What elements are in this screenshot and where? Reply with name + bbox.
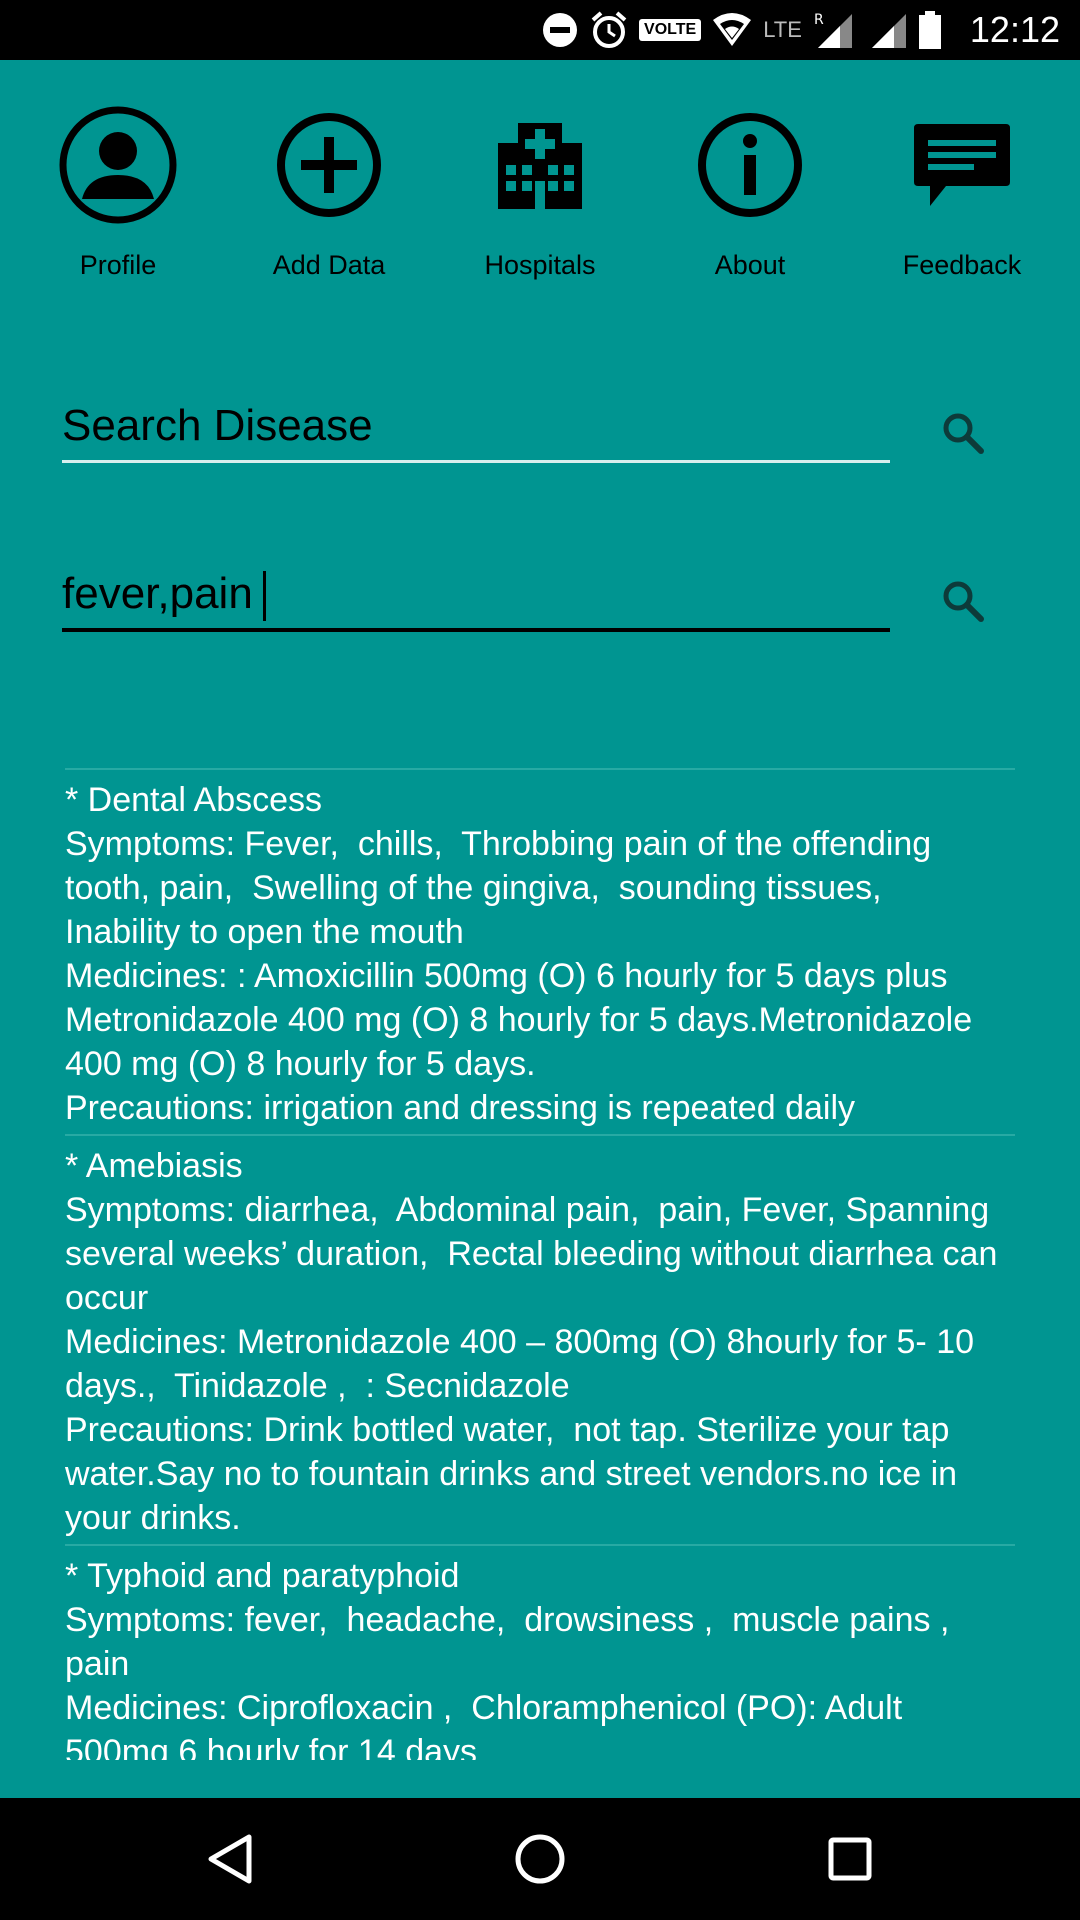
profile-icon [18, 100, 218, 230]
result-entry-dental-abscess[interactable]: * Dental Abscess Symptoms: Fever, chills… [65, 770, 1015, 1134]
feedback-icon [862, 100, 1062, 230]
back-icon [208, 1834, 252, 1884]
result-medicines: Medicines: Metronidazole 400 – 800mg (O)… [65, 1323, 984, 1405]
result-medicines: Medicines: : Amoxicillin 500mg (O) 6 hou… [65, 957, 982, 1083]
symptoms-search-underline [62, 628, 890, 632]
recents-icon [828, 1837, 872, 1881]
symptoms-search-input[interactable]: fever,pain [62, 564, 890, 632]
search-disease-placeholder: Search Disease [62, 401, 373, 450]
back-button[interactable] [200, 1829, 260, 1889]
search-icon [943, 581, 984, 622]
svg-text:R: R [814, 12, 824, 28]
hospital-icon [440, 100, 640, 230]
result-entry-typhoid[interactable]: * Typhoid and paratyphoid Symptoms: feve… [65, 1546, 1015, 1760]
nav-label: Add Data [272, 250, 386, 280]
battery-icon [918, 10, 942, 50]
nav-label: Feedback [902, 250, 1022, 280]
result-title: * Dental Abscess [65, 781, 323, 819]
search-disease-button[interactable] [933, 403, 993, 463]
nav-add-data[interactable]: Add Data [229, 100, 429, 281]
home-icon [515, 1834, 565, 1884]
nav-about[interactable]: About [650, 100, 850, 281]
result-precautions: Precautions: Drink bottled water, not ta… [65, 1411, 967, 1537]
nav-label: Profile [79, 250, 157, 280]
wifi-icon [711, 12, 753, 48]
signal-roaming-icon: R [812, 10, 858, 50]
text-cursor [262, 571, 266, 622]
results-list[interactable]: * Dental Abscess Symptoms: Fever, chills… [65, 768, 1015, 1760]
nav-profile[interactable]: Profile [18, 100, 218, 281]
volte-badge: VOLTE [639, 19, 702, 41]
result-entry-amebiasis[interactable]: * Amebiasis Symptoms: diarrhea, Abdomina… [65, 1136, 1015, 1544]
alarm-icon [589, 10, 629, 50]
clock: 12:12 [969, 9, 1060, 50]
signal-icon [868, 10, 908, 50]
result-title: * Typhoid and paratyphoid [65, 1557, 460, 1595]
result-symptoms: Symptoms: diarrhea, Abdominal pain, pain… [65, 1191, 1007, 1317]
do-not-disturb-icon [541, 11, 579, 49]
nav-label: Hospitals [484, 250, 596, 280]
recents-button[interactable] [820, 1829, 880, 1889]
nav-feedback[interactable]: Feedback [862, 100, 1062, 281]
result-symptoms: Symptoms: fever, headache, drowsiness , … [65, 1601, 969, 1683]
search-disease-input[interactable]: Search Disease [62, 396, 890, 463]
info-icon [650, 100, 850, 230]
nav-hospitals[interactable]: Hospitals [440, 100, 640, 281]
system-navigation-bar [0, 1798, 1080, 1920]
network-type: LTE [763, 17, 802, 42]
result-medicines: Medicines: Ciprofloxacin , Chloramphenic… [65, 1689, 912, 1760]
search-disease-underline [62, 460, 890, 463]
add-circle-icon [229, 100, 429, 230]
symptoms-search-button[interactable] [933, 571, 993, 631]
result-precautions: Precautions: irrigation and dressing is … [65, 1089, 856, 1127]
status-bar: VOLTE LTE R 12:12 [0, 0, 1080, 60]
symptoms-search-value: fever,pain [62, 569, 253, 618]
nav-label: About [714, 250, 786, 280]
search-icon [943, 413, 984, 454]
home-button[interactable] [510, 1829, 570, 1889]
result-title: * Amebiasis [65, 1147, 243, 1185]
result-symptoms: Symptoms: Fever, chills, Throbbing pain … [65, 825, 941, 951]
